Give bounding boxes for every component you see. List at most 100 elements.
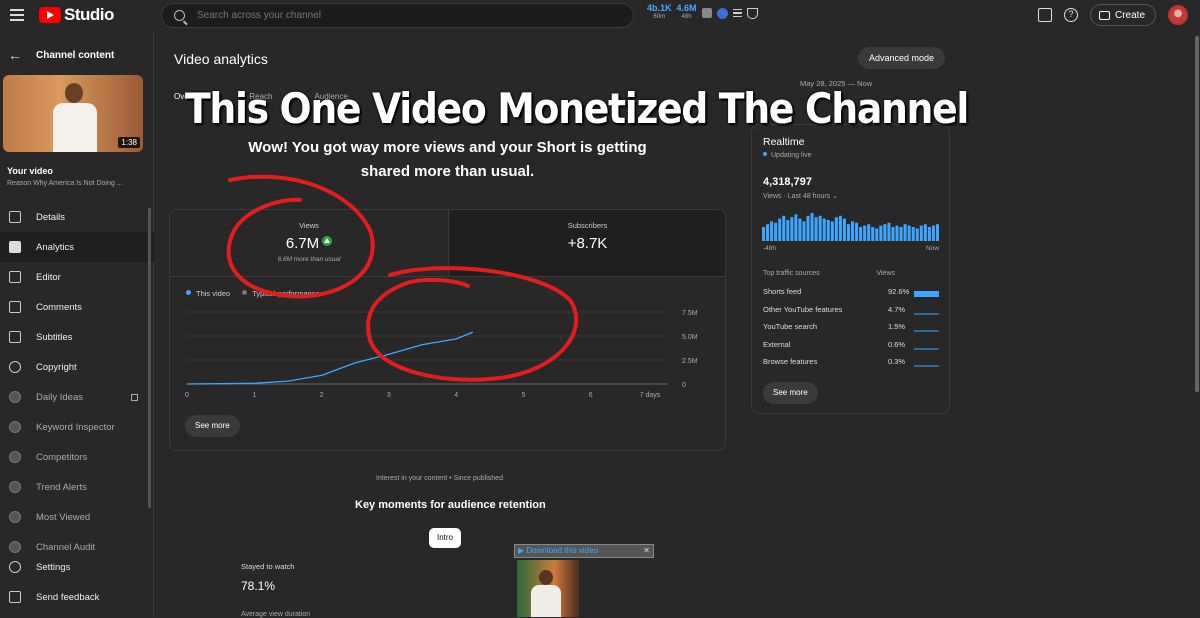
sidebar-item-comments[interactable]: Comments [0, 292, 154, 322]
sidebar-item-daily-ideas[interactable]: Daily Ideas [0, 382, 154, 412]
source-pct: 4.7% [888, 305, 906, 314]
realtime-see-more-button[interactable]: See more [763, 382, 818, 404]
trophy-icon[interactable] [746, 7, 758, 19]
realtime-bar [814, 217, 818, 241]
ext-stat-period: 48h [681, 14, 692, 20]
page-scrollbar[interactable] [1195, 36, 1199, 392]
intro-tab-button[interactable]: Intro [429, 528, 462, 548]
sidebar: ← Channel content 1:38 Your video Reason… [0, 32, 154, 617]
realtime-value: 4,318,797 [763, 176, 812, 188]
source-sparkline [914, 291, 939, 297]
search-input[interactable] [197, 10, 577, 21]
back-to-channel-content[interactable]: ← Channel content [8, 47, 114, 63]
create-button[interactable]: Create [1089, 4, 1156, 26]
realtime-bar [871, 227, 875, 241]
x-tick-label: 2 [320, 392, 324, 399]
realtime-bar [911, 227, 915, 241]
key-moments-title: Key moments for audience retention [355, 499, 546, 511]
y-tick-label: 7.5M [682, 310, 698, 317]
advanced-mode-button[interactable]: Advanced mode [858, 47, 946, 69]
retention-video-preview[interactable] [517, 560, 579, 617]
sidebar-item-subtitles[interactable]: Subtitles [0, 322, 154, 352]
studio-logo[interactable]: Studio [39, 5, 114, 25]
source-sparkline [914, 365, 939, 367]
realtime-bar [855, 222, 859, 241]
analytics-icon [9, 241, 21, 253]
realtime-bar [875, 228, 879, 241]
realtime-bar [899, 227, 903, 241]
source-label: External [763, 340, 791, 349]
subscribers-metric[interactable]: Subscribers +8.7K [448, 210, 725, 277]
sidebar-scrollbar[interactable] [148, 208, 151, 508]
traffic-sources-header: Top traffic sources Views [763, 270, 939, 277]
realtime-bar [919, 225, 923, 241]
realtime-bar [770, 221, 774, 241]
avatar[interactable] [1168, 5, 1188, 25]
thumbnail-head [65, 83, 83, 103]
realtime-bar [786, 220, 790, 241]
sidebar-item-label: Send feedback [36, 591, 100, 603]
views-metric[interactable]: Views 6.7M 6.6M more than usual [170, 210, 448, 277]
source-pct: 0.6% [888, 340, 906, 349]
x-tick-label: 0 [185, 392, 189, 399]
sidebar-item-editor[interactable]: Editor [0, 262, 154, 292]
see-more-button[interactable]: See more [185, 415, 240, 437]
realtime-bar [927, 227, 931, 241]
axis-start: -48h [763, 245, 777, 252]
x-tick-label: 6 [589, 392, 593, 399]
source-pct: 1.5% [888, 322, 906, 331]
create-label: Create [1114, 9, 1145, 21]
realtime-bar [810, 213, 814, 241]
realtime-bar [826, 220, 830, 241]
most-viewed-icon [9, 511, 21, 523]
realtime-bar [830, 221, 834, 241]
realtime-bar [790, 217, 794, 241]
video-title: Reason Why America Is Not Doing ... [7, 180, 123, 187]
realtime-period-dropdown[interactable]: Views · Last 48 hours ⌄ [763, 192, 838, 200]
stayed-to-watch-label: Stayed to watch [241, 562, 295, 571]
sidebar-item-details[interactable]: Details [0, 202, 154, 232]
ext-stat-48h[interactable]: 4.6M 48h [677, 4, 697, 22]
ext-stat-60m[interactable]: 4b.1K 60m [647, 4, 672, 22]
sidebar-item-label: Daily Ideas [36, 391, 83, 403]
search-bar[interactable] [161, 3, 634, 28]
sidebar-item-keyword-inspector[interactable]: Keyword Inspector [0, 412, 154, 442]
sidebar-item-most-viewed[interactable]: Most Viewed [0, 502, 154, 532]
menu-icon[interactable] [10, 9, 24, 21]
extension-badge-icon[interactable] [716, 7, 728, 19]
sidebar-item-trend-alerts[interactable]: Trend Alerts [0, 472, 154, 502]
realtime-bar [891, 227, 895, 241]
sidebar-item-label: Channel Audit [36, 541, 96, 553]
video-thumbnail[interactable]: 1:38 [3, 75, 143, 152]
extension-icon[interactable] [701, 8, 712, 18]
checklist-icon[interactable] [1037, 8, 1052, 22]
traffic-source-row: External 0.6% [763, 340, 939, 352]
realtime-bar [806, 215, 810, 241]
pencil-icon [9, 211, 21, 223]
keyword-inspector-icon [9, 421, 21, 433]
source-sparkline [914, 330, 939, 332]
sidebar-item-send-feedback[interactable]: Send feedback [0, 582, 154, 612]
extension-menu-icon[interactable] [732, 9, 742, 17]
sidebar-item-competitors[interactable]: Competitors [0, 442, 154, 472]
help-icon[interactable]: ? [1063, 8, 1078, 22]
y-tick-label: 5.0M [682, 334, 698, 341]
realtime-bar [863, 225, 867, 241]
sidebar-item-analytics[interactable]: Analytics [0, 232, 154, 262]
sidebar-item-label: Trend Alerts [36, 481, 87, 493]
realtime-bar [851, 221, 855, 241]
sidebar-item-settings[interactable]: Settings [0, 552, 154, 582]
close-icon[interactable]: ✕ [643, 545, 650, 557]
axis-end: Now [925, 245, 939, 252]
x-tick-label: 4 [454, 392, 458, 399]
traffic-sources-title: Top traffic sources [763, 270, 820, 277]
source-sparkline [914, 348, 939, 350]
sidebar-item-label: Most Viewed [36, 511, 91, 523]
top-bar: Studio 4b.1K 60m 4.6M 48h ? Create [0, 0, 1200, 32]
interest-caption: Interest in your content • Since publish… [376, 475, 503, 482]
x-tick-label: 7 days [640, 392, 661, 399]
sidebar-item-label: Details [36, 211, 66, 223]
download-video-bar[interactable]: ▶ Download this video ✕ [514, 544, 654, 558]
traffic-source-row: Browse features 0.3% [763, 357, 939, 369]
sidebar-item-copyright[interactable]: Copyright [0, 352, 154, 382]
